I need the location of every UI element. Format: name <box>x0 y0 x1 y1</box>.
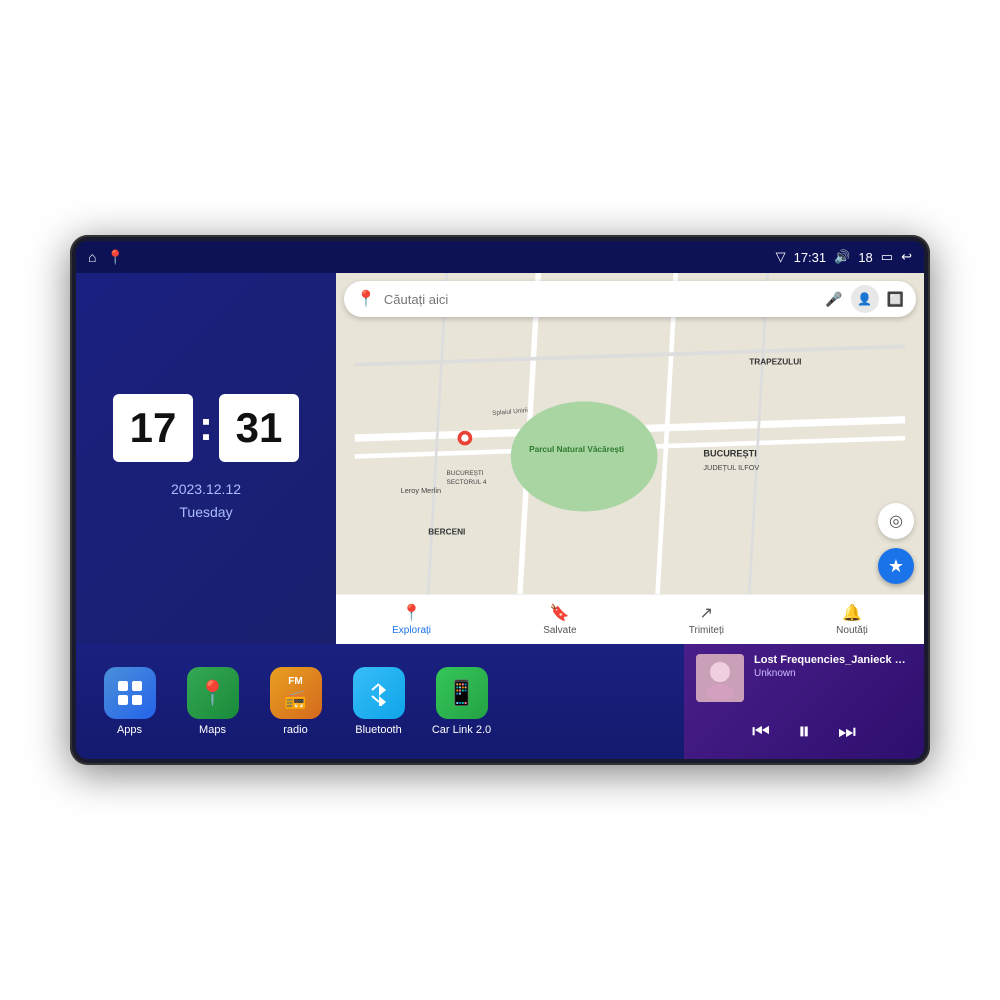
battery-icon: ▭ <box>881 249 893 265</box>
map-panel[interactable]: Parcul Natural Văcărești Leroy Merlin TR… <box>336 273 924 644</box>
main-content: 17 : 31 2023.12.12 Tuesday <box>76 273 924 759</box>
maps-status-icon[interactable]: 📍 <box>106 249 123 266</box>
explore-icon: 📍 <box>402 603 422 623</box>
status-time: 17:31 <box>794 250 827 265</box>
mic-icon[interactable]: 🎤 <box>825 291 842 308</box>
svg-text:TRAPEZULUI: TRAPEZULUI <box>749 358 801 367</box>
top-row: 17 : 31 2023.12.12 Tuesday <box>76 273 924 644</box>
layers-icon[interactable]: 🔲 <box>887 291 904 308</box>
maps-label: Maps <box>199 724 226 736</box>
maps-pin-icon: 📍 <box>356 289 376 309</box>
user-avatar[interactable]: 👤 <box>851 285 879 313</box>
app-item-radio[interactable]: FM 📻 radio <box>258 667 333 736</box>
map-nav-explore[interactable]: 📍 Explorați <box>392 603 431 636</box>
back-icon[interactable]: ↩ <box>901 249 912 265</box>
map-nav-news[interactable]: 🔔 Noutăți <box>836 603 868 636</box>
map-search-bar[interactable]: 📍 🎤 👤 🔲 <box>344 281 916 317</box>
map-search-input[interactable] <box>384 292 817 307</box>
map-container: Parcul Natural Văcărești Leroy Merlin TR… <box>336 273 924 644</box>
svg-text:Leroy Merlin: Leroy Merlin <box>401 486 441 495</box>
svg-text:Parcul Natural Văcărești: Parcul Natural Văcărești <box>529 445 624 454</box>
svg-text:BUCUREȘTI: BUCUREȘTI <box>703 448 756 458</box>
svg-text:BUCUREȘTI: BUCUREȘTI <box>447 470 484 477</box>
apps-icon <box>104 667 156 719</box>
app-item-maps[interactable]: 📍 Maps <box>175 667 250 736</box>
status-bar-right: ▽ 17:31 🔊 18 ▭ ↩ <box>776 249 912 265</box>
status-bar: ⌂ 📍 ▽ 17:31 🔊 18 ▭ ↩ <box>76 241 924 273</box>
map-nav-send[interactable]: ↗ Trimiteți <box>689 603 724 636</box>
music-info: Lost Frequencies_Janieck Devy-... Unknow… <box>754 654 912 679</box>
radio-icon: FM 📻 <box>270 667 322 719</box>
music-panel: Lost Frequencies_Janieck Devy-... Unknow… <box>684 644 924 759</box>
news-icon: 🔔 <box>842 603 862 623</box>
bluetooth-label: Bluetooth <box>355 724 401 736</box>
music-artist: Unknown <box>754 668 912 679</box>
clock-minute: 31 <box>219 394 299 462</box>
carlink-icon: 📱 <box>436 667 488 719</box>
music-prev-button[interactable]: ⏮ <box>748 717 774 748</box>
device-screen: ⌂ 📍 ▽ 17:31 🔊 18 ▭ ↩ 17 : <box>76 241 924 759</box>
bluetooth-icon <box>353 667 405 719</box>
bottom-row: Apps 📍 Maps FM 📻 radio <box>76 644 924 759</box>
music-play-button[interactable]: ⏸ <box>794 714 814 750</box>
app-item-bluetooth[interactable]: Bluetooth <box>341 667 416 736</box>
volume-icon: 🔊 <box>834 249 850 265</box>
status-bar-left: ⌂ 📍 <box>88 249 124 266</box>
carlink-label: Car Link 2.0 <box>432 724 491 736</box>
device-frame: ⌂ 📍 ▽ 17:31 🔊 18 ▭ ↩ 17 : <box>70 235 930 765</box>
home-icon[interactable]: ⌂ <box>88 249 96 265</box>
app-item-apps[interactable]: Apps <box>92 667 167 736</box>
music-thumbnail <box>696 654 744 702</box>
battery-level: 18 <box>858 250 872 265</box>
news-label: Noutăți <box>836 625 868 636</box>
locate-button[interactable]: ◎ <box>878 503 914 539</box>
svg-text:JUDEȚUL ILFOV: JUDEȚUL ILFOV <box>703 463 759 472</box>
explore-label: Explorați <box>392 625 431 636</box>
clock-hour: 17 <box>113 394 193 462</box>
music-title: Lost Frequencies_Janieck Devy-... <box>754 654 912 666</box>
navigate-fab[interactable]: ★ <box>878 548 914 584</box>
maps-app-icon: 📍 <box>187 667 239 719</box>
clock-display: 17 : 31 <box>113 394 299 462</box>
saved-label: Salvate <box>543 625 576 636</box>
music-controls: ⏮ ⏸ ⏭ <box>696 714 912 750</box>
svg-text:SECTORUL 4: SECTORUL 4 <box>447 479 487 486</box>
apps-bar: Apps 📍 Maps FM 📻 radio <box>76 644 684 759</box>
apps-label: Apps <box>117 724 142 736</box>
music-next-button[interactable]: ⏭ <box>834 717 860 748</box>
map-bottom-bar: 📍 Explorați 🔖 Salvate ↗ Trimiteți 🔔 <box>336 594 924 644</box>
svg-text:BERCENI: BERCENI <box>428 527 465 536</box>
radio-label: radio <box>283 724 307 736</box>
send-icon: ↗ <box>700 603 713 623</box>
clock-date: 2023.12.12 Tuesday <box>171 478 241 523</box>
send-label: Trimiteți <box>689 625 724 636</box>
signal-icon: ▽ <box>776 249 786 265</box>
clock-panel: 17 : 31 2023.12.12 Tuesday <box>76 273 336 644</box>
map-nav-saved[interactable]: 🔖 Salvate <box>543 603 576 636</box>
clock-colon: : <box>199 402 213 450</box>
app-item-carlink[interactable]: 📱 Car Link 2.0 <box>424 667 499 736</box>
saved-icon: 🔖 <box>550 603 570 623</box>
music-top: Lost Frequencies_Janieck Devy-... Unknow… <box>696 654 912 702</box>
